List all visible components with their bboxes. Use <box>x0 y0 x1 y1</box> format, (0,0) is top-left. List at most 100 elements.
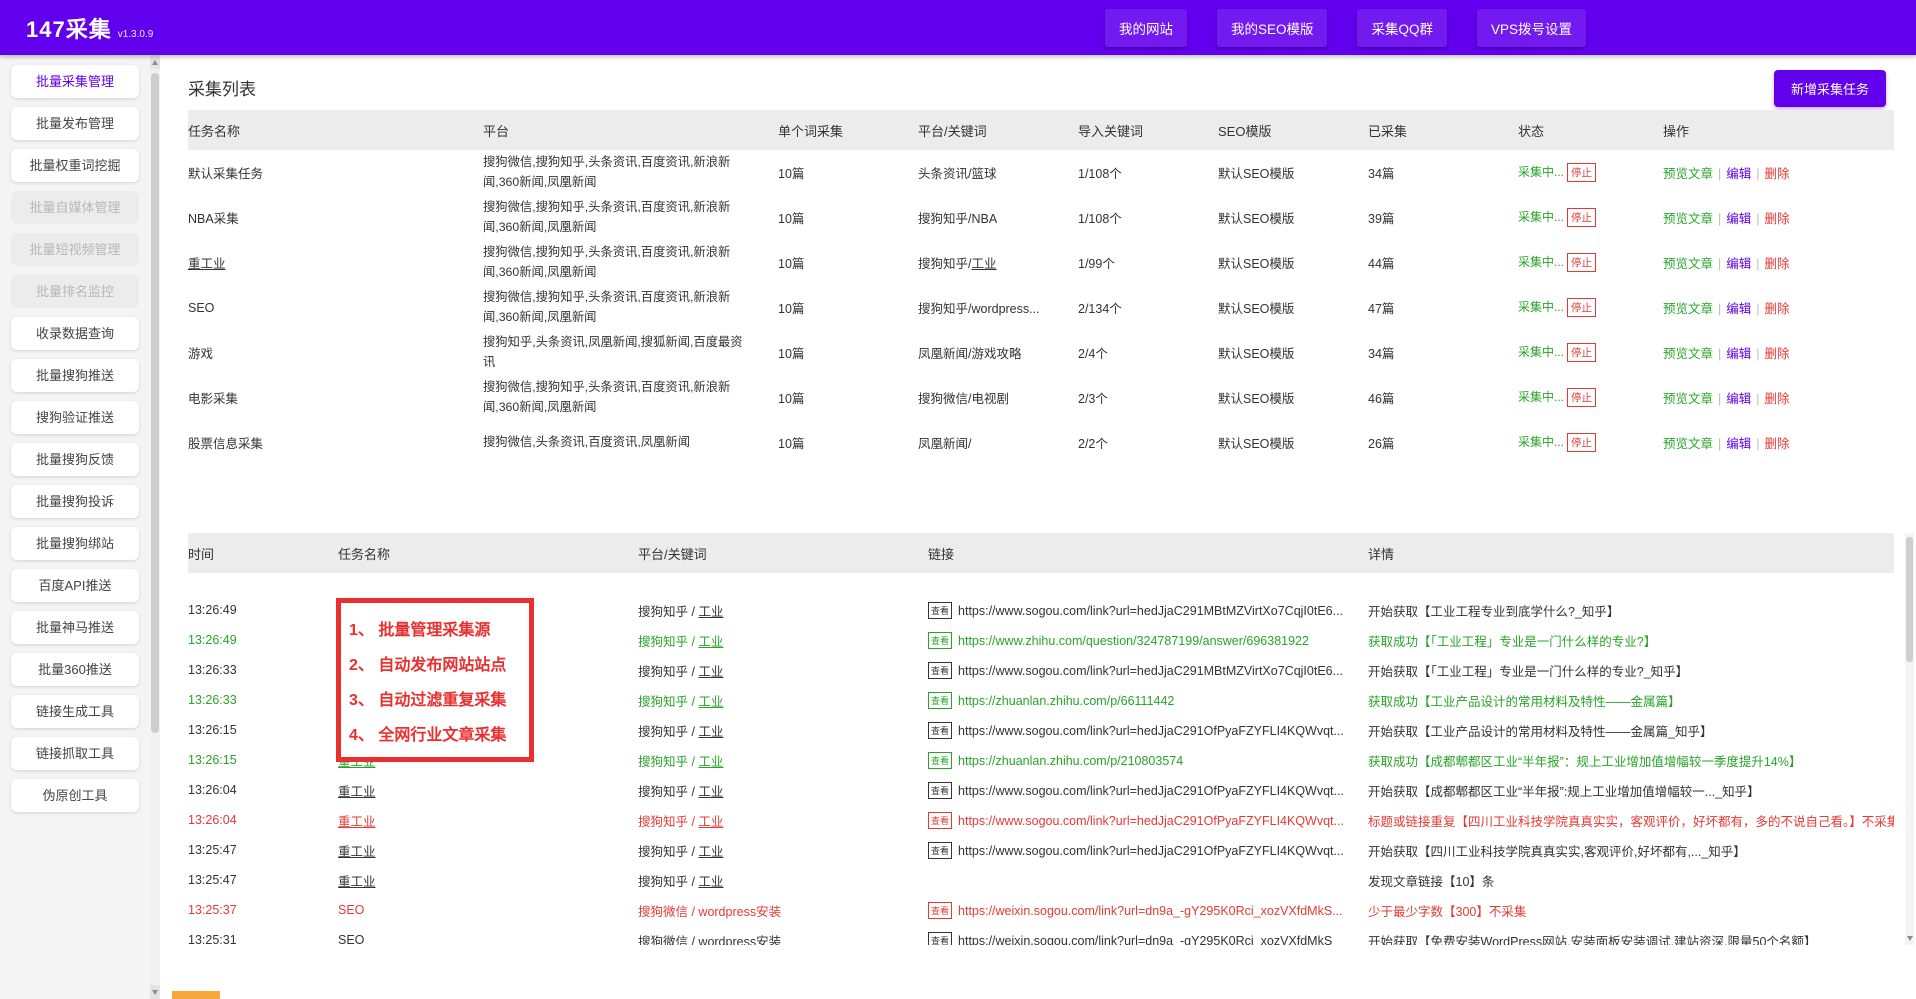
sidebar-item-link-grabber[interactable]: 链接抓取工具 <box>11 737 139 770</box>
stop-button[interactable]: 停止 <box>1567 298 1596 317</box>
task-name[interactable]: 股票信息采集 <box>188 437 263 451</box>
view-badge[interactable]: 查看 <box>928 812 952 829</box>
sidebar-item-sogou-push[interactable]: 批量搜狗推送 <box>11 359 139 392</box>
stop-button[interactable]: 停止 <box>1567 343 1596 362</box>
log-task-link[interactable]: 重工业 <box>338 845 376 859</box>
task-name[interactable]: 电影采集 <box>188 392 238 406</box>
sidebar-item-batch-publish[interactable]: 批量发布管理 <box>11 107 139 140</box>
log-task-link[interactable]: 重工业 <box>338 785 376 799</box>
keyword-link[interactable]: 工业 <box>698 605 723 619</box>
sidebar-item-sogou-complaint[interactable]: 批量搜狗投诉 <box>11 485 139 518</box>
scroll-down-button[interactable] <box>1905 931 1914 945</box>
nav-my-seo-templates[interactable]: 我的SEO模版 <box>1217 9 1328 47</box>
keyword-link[interactable]: 工业 <box>698 725 723 739</box>
log-url[interactable]: https://www.sogou.com/link?url=hedJjaC29… <box>958 664 1343 678</box>
delete-link[interactable]: 删除 <box>1765 167 1790 181</box>
edit-link[interactable]: 编辑 <box>1726 302 1751 316</box>
add-task-button[interactable]: 新增采集任务 <box>1774 70 1886 107</box>
log-url[interactable]: https://www.sogou.com/link?url=hedJjaC29… <box>958 814 1344 828</box>
task-name[interactable]: 重工业 <box>188 257 226 271</box>
log-url[interactable]: https://www.sogou.com/link?url=hedJjaC29… <box>958 844 1344 858</box>
keyword-link[interactable]: 工业 <box>698 635 723 649</box>
log-url[interactable]: https://www.zhihu.com/question/324787199… <box>958 634 1309 648</box>
preview-article-link[interactable]: 预览文章 <box>1663 437 1713 451</box>
log-scrollbar[interactable] <box>1905 533 1914 945</box>
sidebar-item-sogou-verify-push[interactable]: 搜狗验证推送 <box>11 401 139 434</box>
edit-link[interactable]: 编辑 <box>1726 437 1751 451</box>
keyword-link[interactable]: 工业 <box>698 815 723 829</box>
preview-article-link[interactable]: 预览文章 <box>1663 257 1713 271</box>
delete-link[interactable]: 删除 <box>1765 212 1790 226</box>
view-badge[interactable]: 查看 <box>928 722 952 739</box>
keyword-link[interactable]: 工业 <box>698 665 723 679</box>
keyword-link[interactable]: 工业 <box>698 785 723 799</box>
view-badge[interactable]: 查看 <box>928 932 952 946</box>
edit-link[interactable]: 编辑 <box>1726 392 1751 406</box>
edit-link[interactable]: 编辑 <box>1726 257 1751 271</box>
nav-vps-dial-settings[interactable]: VPS拨号设置 <box>1477 9 1586 47</box>
view-badge[interactable]: 查看 <box>928 752 952 769</box>
view-badge[interactable]: 查看 <box>928 842 952 859</box>
view-badge[interactable]: 查看 <box>928 782 952 799</box>
preview-article-link[interactable]: 预览文章 <box>1663 347 1713 361</box>
sidebar-item-sogou-feedback[interactable]: 批量搜狗反馈 <box>11 443 139 476</box>
sidebar-item-shenma-push[interactable]: 批量神马推送 <box>11 611 139 644</box>
edit-link[interactable]: 编辑 <box>1726 212 1751 226</box>
edit-link[interactable]: 编辑 <box>1726 167 1751 181</box>
sidebar-item-baidu-api-push[interactable]: 百度API推送 <box>11 569 139 602</box>
scroll-up-button[interactable] <box>150 55 160 69</box>
log-scrollbar-thumb[interactable] <box>1906 537 1913 662</box>
log-task-link[interactable]: 重工业 <box>338 875 376 889</box>
stop-button[interactable]: 停止 <box>1567 163 1596 182</box>
view-badge[interactable]: 查看 <box>928 662 952 679</box>
sidebar-item-weight-words[interactable]: 批量权重词挖掘 <box>11 149 139 182</box>
keyword-link[interactable]: 工业 <box>698 875 723 889</box>
keyword-link[interactable]: 工业 <box>698 845 723 859</box>
sidebar-item-link-generator[interactable]: 链接生成工具 <box>11 695 139 728</box>
log-url[interactable]: https://weixin.sogou.com/link?url=dn9a_-… <box>958 934 1332 946</box>
nav-qq-group[interactable]: 采集QQ群 <box>1357 9 1447 47</box>
delete-link[interactable]: 删除 <box>1765 437 1790 451</box>
log-url[interactable]: https://zhuanlan.zhihu.com/p/66111442 <box>958 694 1174 708</box>
keyword-link[interactable]: 工业 <box>698 695 723 709</box>
log-task-link[interactable]: SEO <box>338 933 364 945</box>
log-url[interactable]: https://www.sogou.com/link?url=hedJjaC29… <box>958 724 1344 738</box>
stop-button[interactable]: 停止 <box>1567 388 1596 407</box>
delete-link[interactable]: 删除 <box>1765 392 1790 406</box>
preview-article-link[interactable]: 预览文章 <box>1663 392 1713 406</box>
delete-link[interactable]: 删除 <box>1765 347 1790 361</box>
preview-article-link[interactable]: 预览文章 <box>1663 167 1713 181</box>
keyword-link[interactable]: 工业 <box>698 755 723 769</box>
view-badge[interactable]: 查看 <box>928 902 952 919</box>
log-url[interactable]: https://www.sogou.com/link?url=hedJjaC29… <box>958 604 1343 618</box>
log-url[interactable]: https://weixin.sogou.com/link?url=dn9a_-… <box>958 904 1343 918</box>
sidebar-item-360-push[interactable]: 批量360推送 <box>11 653 139 686</box>
task-name[interactable]: NBA采集 <box>188 212 239 226</box>
view-badge[interactable]: 查看 <box>928 692 952 709</box>
sidebar-item-index-query[interactable]: 收录数据查询 <box>11 317 139 350</box>
scroll-down-button[interactable] <box>150 985 160 999</box>
stop-button[interactable]: 停止 <box>1567 253 1596 272</box>
sidebar-item-sogou-bind-site[interactable]: 批量搜狗绑站 <box>11 527 139 560</box>
stop-button[interactable]: 停止 <box>1567 433 1596 452</box>
task-name[interactable]: 游戏 <box>188 347 213 361</box>
delete-link[interactable]: 删除 <box>1765 257 1790 271</box>
task-name[interactable]: SEO <box>188 301 214 315</box>
log-url[interactable]: https://www.sogou.com/link?url=hedJjaC29… <box>958 784 1344 798</box>
preview-article-link[interactable]: 预览文章 <box>1663 302 1713 316</box>
nav-my-websites[interactable]: 我的网站 <box>1105 9 1187 47</box>
edit-link[interactable]: 编辑 <box>1726 347 1751 361</box>
sidebar-item-batch-collect[interactable]: 批量采集管理 <box>11 65 139 98</box>
sidebar-scrollbar[interactable] <box>150 55 160 999</box>
task-name[interactable]: 默认采集任务 <box>188 167 263 181</box>
view-badge[interactable]: 查看 <box>928 602 952 619</box>
log-task-link[interactable]: SEO <box>338 903 364 917</box>
sidebar-scrollbar-thumb[interactable] <box>151 73 159 733</box>
preview-article-link[interactable]: 预览文章 <box>1663 212 1713 226</box>
sidebar-item-pseudo-original[interactable]: 伪原创工具 <box>11 779 139 812</box>
stop-button[interactable]: 停止 <box>1567 208 1596 227</box>
log-url[interactable]: https://zhuanlan.zhihu.com/p/210803574 <box>958 754 1183 768</box>
view-badge[interactable]: 查看 <box>928 632 952 649</box>
delete-link[interactable]: 删除 <box>1765 302 1790 316</box>
log-task-link[interactable]: 重工业 <box>338 815 376 829</box>
